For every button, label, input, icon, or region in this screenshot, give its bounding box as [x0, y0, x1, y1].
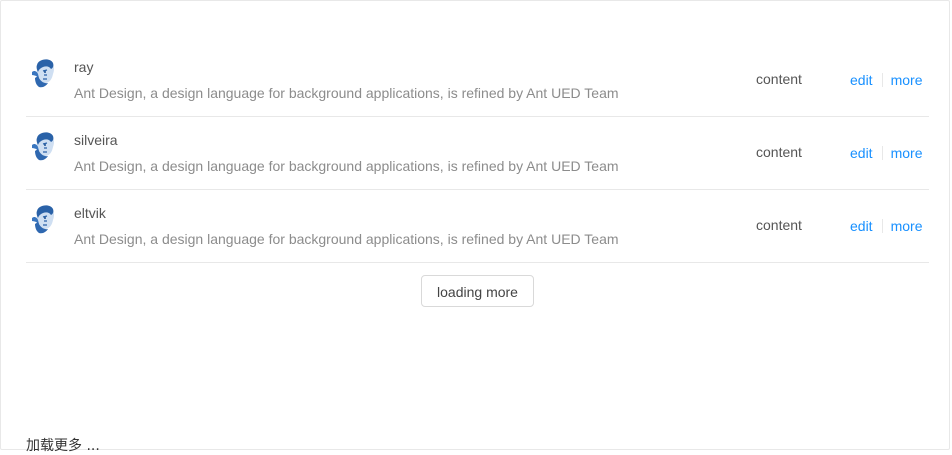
load-more-button[interactable]: loading more [421, 275, 534, 307]
action-divider [881, 146, 883, 160]
item-actions: edit more [850, 218, 922, 234]
item-title[interactable]: silveira [74, 132, 118, 148]
user-list: ray Ant Design, a design language for ba… [26, 44, 929, 263]
more-link[interactable]: more [891, 72, 923, 88]
more-link[interactable]: more [891, 145, 923, 161]
edit-link[interactable]: edit [850, 218, 873, 234]
user-avatar-icon [29, 131, 57, 161]
item-description: Ant Design, a design language for backgr… [74, 85, 619, 101]
edit-link[interactable]: edit [850, 145, 873, 161]
item-description: Ant Design, a design language for backgr… [74, 231, 619, 247]
footer-note: 加载更多 ... [26, 438, 100, 454]
action-divider [881, 219, 883, 233]
item-description: Ant Design, a design language for backgr… [74, 158, 619, 174]
item-title[interactable]: ray [74, 59, 93, 75]
item-actions: edit more [850, 145, 922, 161]
item-content: content [756, 144, 802, 160]
item-content: content [756, 217, 802, 233]
edit-link[interactable]: edit [850, 72, 873, 88]
list-item: ray Ant Design, a design language for ba… [26, 44, 929, 117]
list-item: eltvik Ant Design, a design language for… [26, 190, 929, 263]
user-avatar-icon [29, 204, 57, 234]
item-content: content [756, 71, 802, 87]
action-divider [881, 73, 883, 87]
item-actions: edit more [850, 72, 922, 88]
list-card: ray Ant Design, a design language for ba… [0, 0, 950, 454]
list-item: silveira Ant Design, a design language f… [26, 117, 929, 190]
user-avatar-icon [29, 58, 57, 88]
item-title[interactable]: eltvik [74, 205, 106, 221]
more-link[interactable]: more [891, 218, 923, 234]
